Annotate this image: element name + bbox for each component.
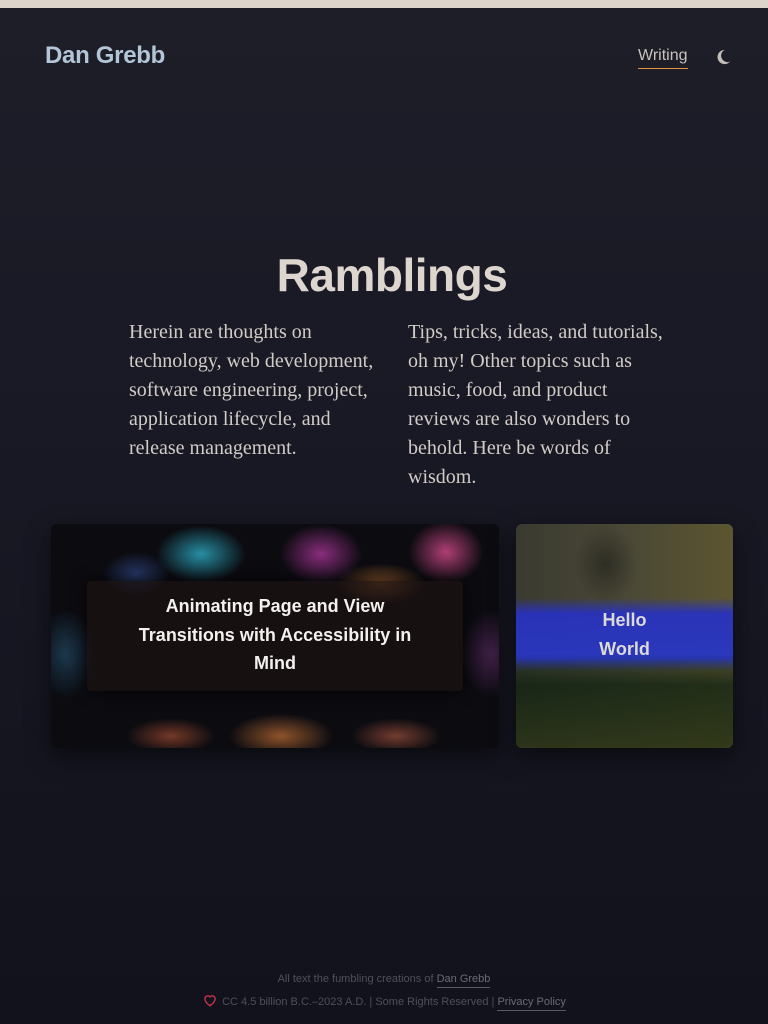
- post-card-title: Animating Page and View Transitions with…: [138, 596, 412, 673]
- top-accent-bar: [0, 0, 768, 8]
- post-card-hello-world[interactable]: Hello World: [516, 524, 733, 748]
- intro-text-right: Tips, tricks, ideas, and tutorials, oh m…: [408, 321, 663, 488]
- footer-credit-text: All text the fumbling creations of: [277, 973, 434, 985]
- post-card-animating-transitions[interactable]: Animating Page and View Transitions with…: [51, 524, 499, 748]
- intro-text-left: Herein are thoughts on technology, web d…: [129, 321, 374, 459]
- footer-credit: All text the fumbling creations of Dan G…: [0, 973, 768, 988]
- moon-icon: [714, 48, 732, 69]
- footer-author-link[interactable]: Dan Grebb: [436, 973, 491, 988]
- site-title-link[interactable]: Dan Grebb: [45, 42, 165, 70]
- theme-toggle-button[interactable]: [711, 46, 735, 70]
- footer-license-text: CC 4.5 billion B.C.–2023 A.D. | Some Rig…: [222, 996, 495, 1008]
- footer-license: CC 4.5 billion B.C.–2023 A.D. | Some Rig…: [0, 993, 768, 1011]
- page-title: Ramblings: [276, 249, 508, 301]
- post-card-title: Hello World: [599, 610, 650, 659]
- nav-link-writing[interactable]: Writing: [638, 47, 688, 69]
- heart-icon: [202, 993, 218, 1010]
- footer-privacy-link[interactable]: Privacy Policy: [497, 996, 566, 1011]
